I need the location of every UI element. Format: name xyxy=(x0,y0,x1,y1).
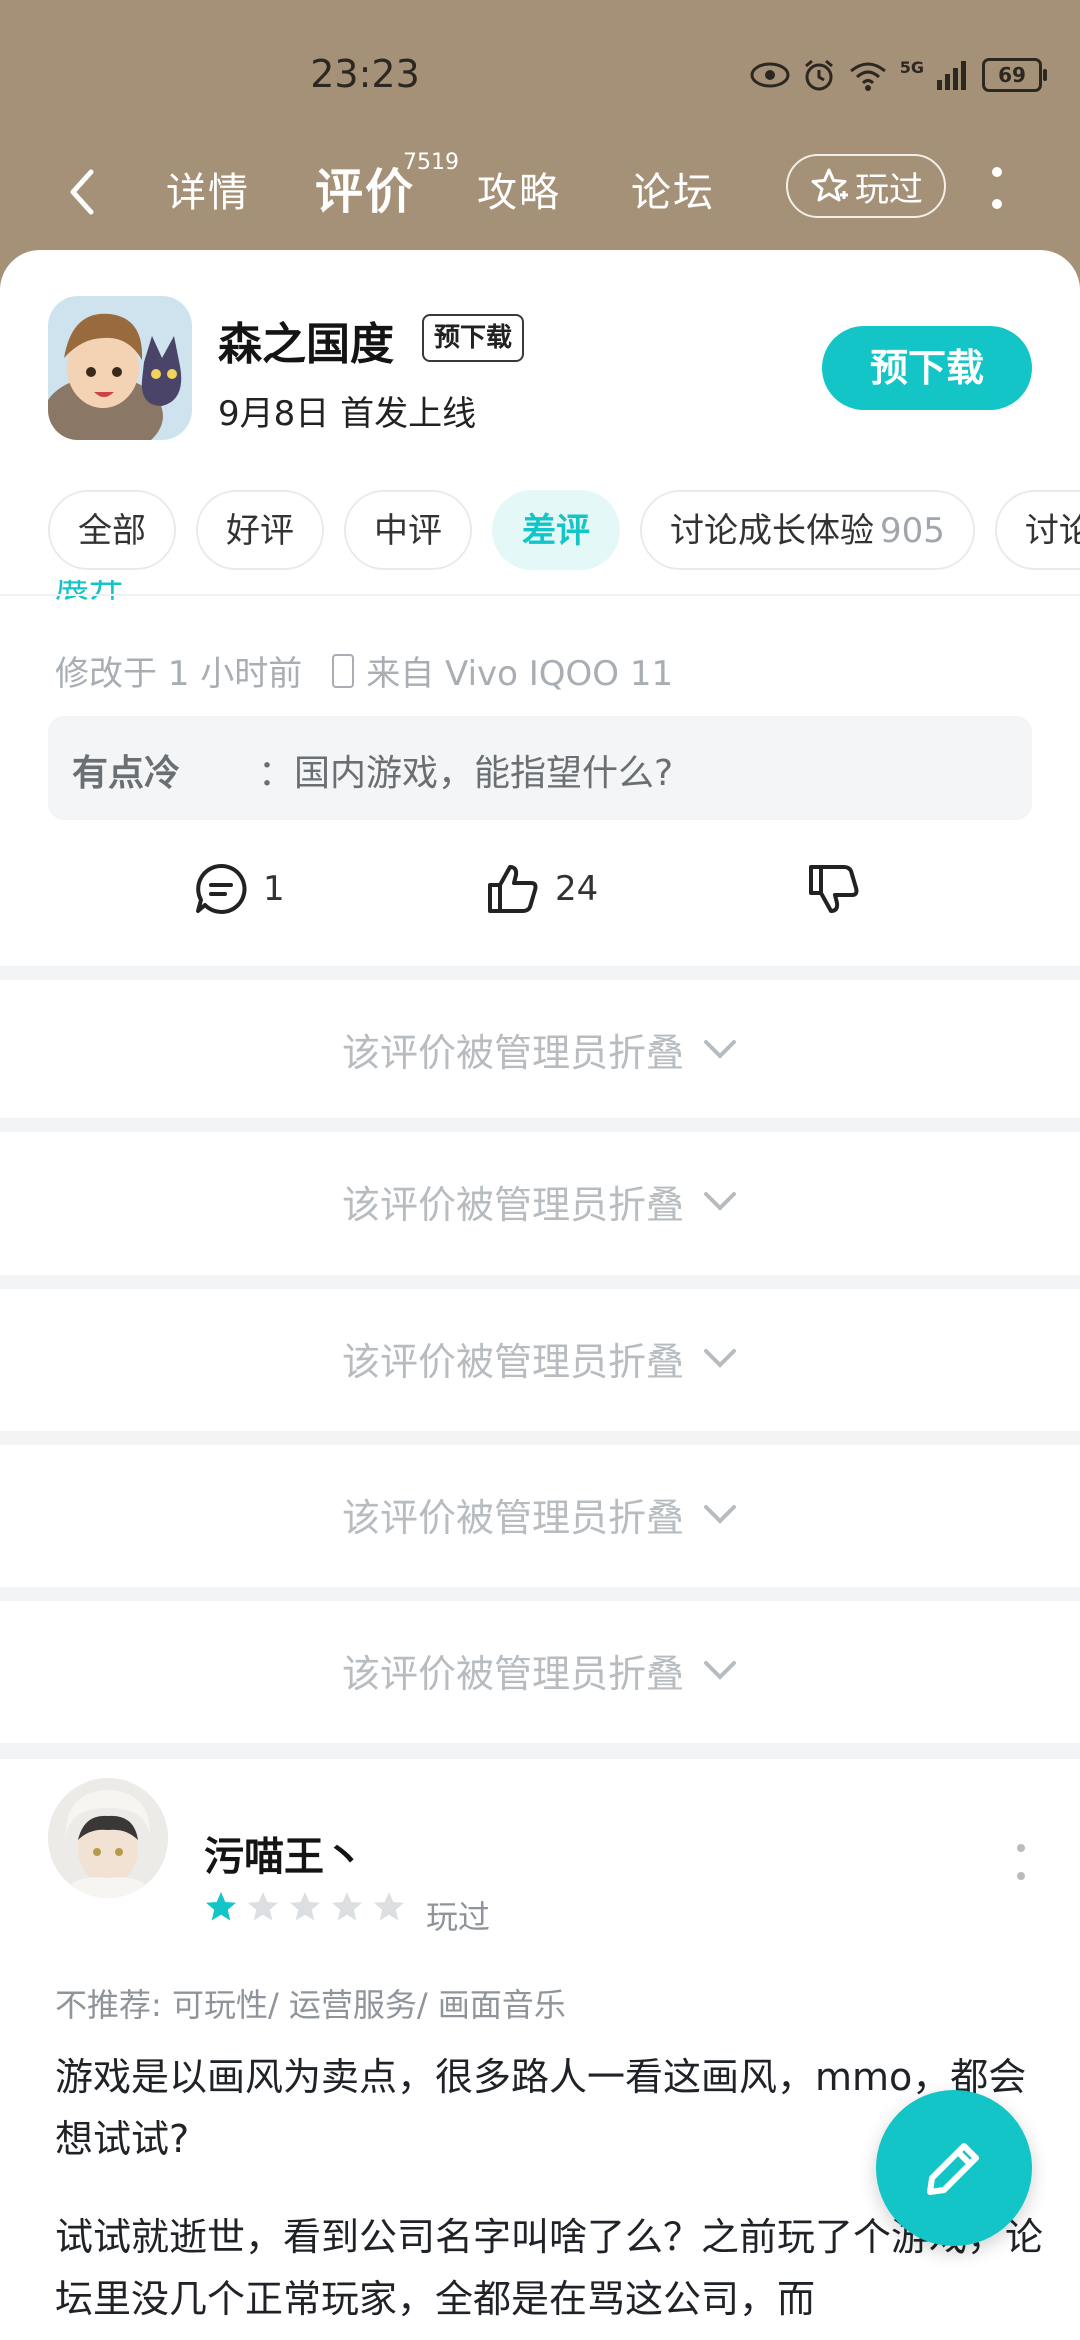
tab-details[interactable]: 详情 xyxy=(166,160,250,218)
pencil-icon xyxy=(927,2143,979,2195)
played-button-label: 玩过 xyxy=(855,169,923,210)
filter-discussion[interactable]: 讨论 xyxy=(994,490,1080,570)
star-add-icon xyxy=(811,168,848,202)
star-filled-icon xyxy=(206,1892,236,1921)
status-icons: 5G 69 xyxy=(750,57,1047,92)
review-filter-bar: 全部 好评 中评 差评 讨论成长体验 905 讨论 xyxy=(48,490,1080,574)
folded-review-text: 该评价被管理员折叠 xyxy=(341,1182,684,1227)
modified-time: 修改于 1 小时前 xyxy=(55,654,303,694)
section-gap xyxy=(0,1431,1080,1445)
filter-positive-label: 好评 xyxy=(226,511,294,551)
network-label: 5G xyxy=(899,57,924,77)
predownload-button[interactable]: 预下载 xyxy=(822,326,1032,410)
played-tag: 玩过 xyxy=(426,1898,491,1936)
chevron-down-icon xyxy=(704,1349,736,1368)
signal-icon xyxy=(937,61,966,90)
write-review-button[interactable] xyxy=(876,2090,1032,2246)
reply-author: 有点冷 xyxy=(72,753,181,794)
section-gap xyxy=(0,1118,1080,1132)
status-time: 23:23 xyxy=(310,52,420,96)
comment-icon xyxy=(196,863,247,914)
filter-all-label: 全部 xyxy=(78,511,146,551)
phone-icon xyxy=(332,653,355,688)
folded-review[interactable]: 该评价被管理员折叠 xyxy=(0,1601,1080,1739)
eye-icon xyxy=(750,62,790,88)
comment-count: 1 xyxy=(263,869,285,909)
battery-icon: 69 xyxy=(982,58,1047,92)
review-count: 7519 xyxy=(403,150,459,175)
filter-neutral[interactable]: 中评 xyxy=(344,490,472,570)
filter-positive[interactable]: 好评 xyxy=(196,490,324,570)
chevron-down-icon xyxy=(704,1040,736,1059)
more-options-icon[interactable] xyxy=(985,164,1009,214)
star-empty-icon xyxy=(248,1892,278,1921)
folded-review-text: 该评价被管理员折叠 xyxy=(341,1030,684,1075)
tab-reviews[interactable]: 评价 xyxy=(315,152,415,222)
chevron-down-icon xyxy=(704,1505,736,1524)
divider xyxy=(0,594,1080,596)
reply-preview[interactable]: 有点冷 ：国内游戏，能指望什么? xyxy=(48,716,1032,820)
folded-review[interactable]: 该评价被管理员折叠 xyxy=(0,980,1080,1118)
back-arrow-icon[interactable] xyxy=(55,162,115,222)
star-empty-icon xyxy=(290,1892,320,1921)
chevron-down-icon xyxy=(704,1192,736,1211)
rating-stars xyxy=(204,1890,406,1924)
folded-review[interactable]: 该评价被管理员折叠 xyxy=(0,1289,1080,1427)
section-gap xyxy=(0,1587,1080,1601)
game-title: 森之国度 xyxy=(218,319,394,370)
dislike-button[interactable] xyxy=(806,861,862,917)
filter-negative[interactable]: 差评 xyxy=(492,490,620,570)
section-gap xyxy=(0,1275,1080,1289)
status-bar: 23:23 5G 69 xyxy=(0,0,1080,150)
thumbs-up-icon xyxy=(488,865,538,913)
filter-all[interactable]: 全部 xyxy=(48,490,176,570)
folded-review[interactable]: 该评价被管理员折叠 xyxy=(0,1445,1080,1583)
review-paragraph: 试试就逝世，看到公司名字叫啥了么？之前玩了个游戏，论坛里没几个正常玩家，全都是在… xyxy=(55,2215,1044,2321)
filter-neutral-label: 中评 xyxy=(374,511,442,551)
expand-link-label: 展开 xyxy=(55,580,123,600)
folded-review-text: 该评价被管理员折叠 xyxy=(341,1339,684,1384)
folded-review-text: 该评价被管理员折叠 xyxy=(341,1651,684,1696)
thumbs-down-icon xyxy=(809,865,859,913)
review-meta: 修改于 1 小时前 来自 Vivo IQOO 11 xyxy=(55,646,673,695)
section-gap xyxy=(0,966,1080,980)
star-empty-icon xyxy=(332,1892,362,1921)
played-button[interactable]: 玩过 xyxy=(786,154,946,218)
like-button[interactable]: 24 xyxy=(485,861,598,917)
top-nav: 详情 评价 7519 攻略 论坛 玩过 xyxy=(0,150,1080,250)
filter-growth-label: 讨论成长体验 xyxy=(670,511,874,551)
reply-text: ：国内游戏，能指望什么? xyxy=(258,753,674,794)
tab-forum[interactable]: 论坛 xyxy=(631,160,715,218)
filter-negative-label: 差评 xyxy=(522,511,590,551)
game-icon[interactable] xyxy=(48,296,192,440)
folded-review-text: 该评价被管理员折叠 xyxy=(341,1495,684,1540)
section-gap xyxy=(0,1743,1080,1759)
reviewer-name[interactable]: 污喵王丶 xyxy=(204,1824,364,1882)
comment-button[interactable]: 1 xyxy=(193,861,285,917)
device-name: 来自 Vivo IQOO 11 xyxy=(366,654,674,694)
content-sheet: 森之国度 预下载 9月8日 首发上线 预下载 全部 好评 中评 差评 讨论成长体… xyxy=(0,250,1080,2340)
review-more-icon[interactable] xyxy=(1010,1838,1032,1888)
filter-growth-discussion[interactable]: 讨论成长体验 905 xyxy=(640,490,975,570)
avatar[interactable] xyxy=(48,1778,168,1898)
predownload-badge: 预下载 xyxy=(422,314,525,362)
filter-growth-count: 905 xyxy=(880,511,945,551)
like-count: 24 xyxy=(555,869,599,909)
filter-discussion-label: 讨论 xyxy=(1024,511,1080,551)
star-empty-icon xyxy=(374,1892,404,1921)
release-date: 9月8日 首发上线 xyxy=(218,394,477,434)
not-recommend-tags: 不推荐: 可玩性/ 运营服务/ 画面音乐 xyxy=(55,1986,566,2024)
chevron-down-icon xyxy=(704,1661,736,1680)
wifi-icon xyxy=(849,62,886,91)
review-actions: 1 24 xyxy=(0,855,1080,935)
folded-review[interactable]: 该评价被管理员折叠 xyxy=(0,1132,1080,1270)
tab-guides[interactable]: 攻略 xyxy=(477,160,561,218)
expand-link[interactable]: 展开 xyxy=(55,580,123,600)
alarm-icon xyxy=(804,59,833,91)
